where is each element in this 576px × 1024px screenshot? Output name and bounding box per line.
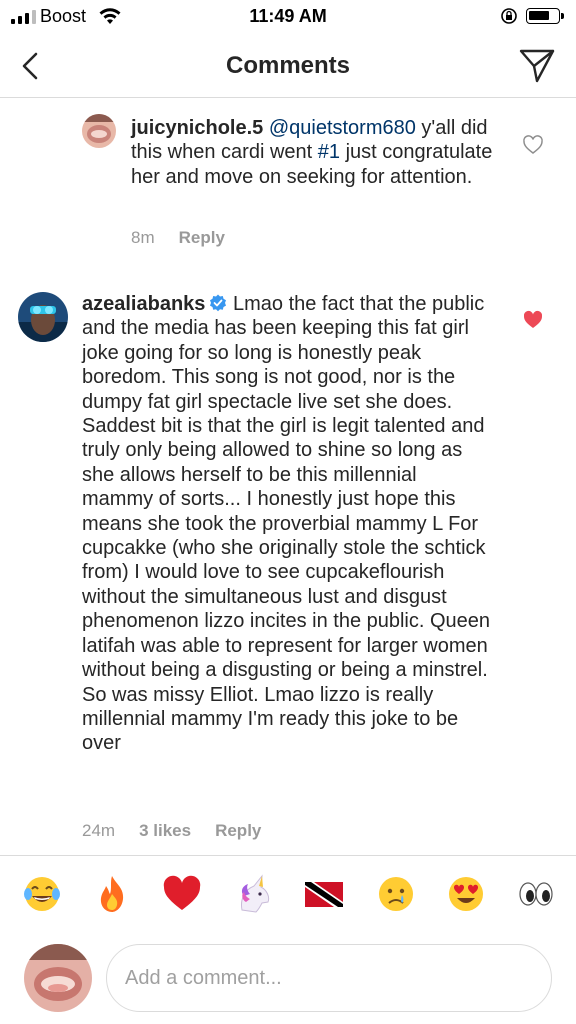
page-title: Comments [225, 52, 351, 79]
comments-header: Comments [0, 34, 576, 98]
fire-emoji-icon[interactable] [90, 872, 134, 916]
comment-username[interactable]: juicynichole.5 [131, 117, 263, 139]
comment-meta: 24m 3 likes Reply [82, 821, 261, 841]
heart-eyes-emoji-icon[interactable] [444, 872, 488, 916]
comment-username[interactable]: azealiabanks [82, 293, 205, 315]
trinidad-flag-emoji-icon[interactable] [302, 872, 346, 916]
comment-time: 24m [82, 821, 116, 840]
comment-meta: 8m Reply [131, 228, 225, 248]
divider [0, 855, 576, 856]
verified-badge-icon [210, 294, 227, 312]
hashtag-link[interactable]: #1 [318, 141, 340, 163]
comment-text-part: Lmao the fact that the public and the me… [82, 293, 491, 755]
comment-time: 8m [131, 228, 155, 247]
heart-outline-icon[interactable] [522, 134, 544, 156]
add-comment-input[interactable] [106, 944, 552, 1012]
battery-icon [526, 8, 564, 24]
paper-plane-icon[interactable] [518, 46, 556, 84]
reply-button[interactable]: Reply [179, 228, 225, 248]
mention-link[interactable]: @quietstorm680 [269, 117, 416, 139]
comment: azealiabanks Lmao the fact that the publ… [0, 280, 576, 850]
status-bar: Boost 11:49 AM [0, 0, 576, 34]
avatar[interactable] [82, 114, 116, 148]
avatar[interactable] [18, 292, 68, 342]
crying-face-emoji-icon[interactable] [374, 872, 418, 916]
current-user-avatar[interactable] [24, 944, 92, 1012]
eyes-emoji-icon[interactable] [514, 872, 558, 916]
rotation-lock-icon [501, 8, 517, 24]
reply-button[interactable]: Reply [215, 821, 261, 841]
comment-text: juicynichole.5 @quietstorm680 y'all did … [131, 116, 501, 189]
status-time: 11:49 AM [249, 6, 327, 26]
comment-text: azealiabanks Lmao the fact that the publ… [82, 292, 492, 756]
comment-reply: juicynichole.5 @quietstorm680 y'all did … [0, 100, 576, 260]
unicorn-emoji-icon[interactable] [232, 872, 276, 916]
likes-count[interactable]: 3 likes [139, 821, 191, 841]
red-heart-emoji-icon[interactable] [160, 872, 204, 916]
emoji-bar [0, 872, 576, 920]
battery-level [529, 11, 549, 20]
tears-of-joy-emoji-icon[interactable] [20, 872, 64, 916]
heart-filled-icon[interactable] [522, 309, 544, 331]
